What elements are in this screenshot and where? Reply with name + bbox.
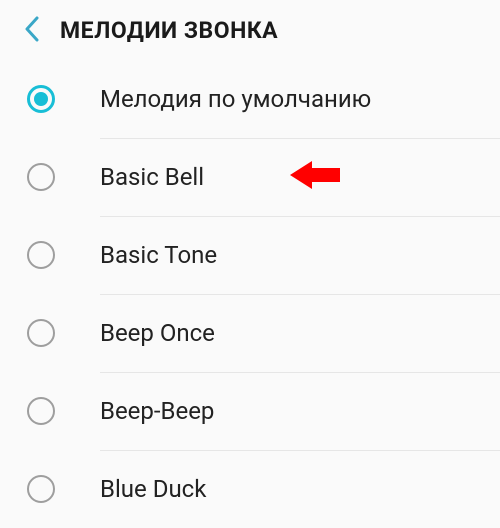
ringtone-label: Basic Tone [100,241,217,269]
radio-unselected-icon [27,241,55,269]
radio-button[interactable] [26,474,56,504]
ringtone-item-beep-once[interactable]: Beep Once [0,294,500,372]
ringtone-label: Мелодия по умолчанию [100,85,371,113]
chevron-left-icon [24,16,40,45]
radio-button[interactable] [26,396,56,426]
ringtone-label: Beep Once [100,319,215,347]
arrow-left-icon [290,159,340,195]
radio-button[interactable] [26,162,56,192]
ringtone-label: Basic Bell [100,163,204,191]
ringtone-item-default[interactable]: Мелодия по умолчанию [0,60,500,138]
ringtone-item-beep-beep[interactable]: Beep-Beep [0,372,500,450]
ringtone-item-basic-bell[interactable]: Basic Bell [0,138,500,216]
ringtone-label: Beep-Beep [100,397,214,425]
app-header: МЕЛОДИИ ЗВОНКА [0,0,500,60]
ringtone-item-basic-tone[interactable]: Basic Tone [0,216,500,294]
ringtone-item-blue-duck[interactable]: Blue Duck [0,450,500,528]
radio-button[interactable] [26,318,56,348]
page-title: МЕЛОДИИ ЗВОНКА [60,17,278,44]
radio-unselected-icon [27,319,55,347]
radio-selected-icon [27,85,55,113]
back-button[interactable] [12,10,52,50]
ringtone-label: Blue Duck [100,475,206,503]
radio-unselected-icon [27,163,55,191]
ringtone-list: Мелодия по умолчанию Basic Bell Basic To… [0,60,500,528]
radio-button[interactable] [26,84,56,114]
radio-unselected-icon [27,475,55,503]
radio-button[interactable] [26,240,56,270]
radio-unselected-icon [27,397,55,425]
